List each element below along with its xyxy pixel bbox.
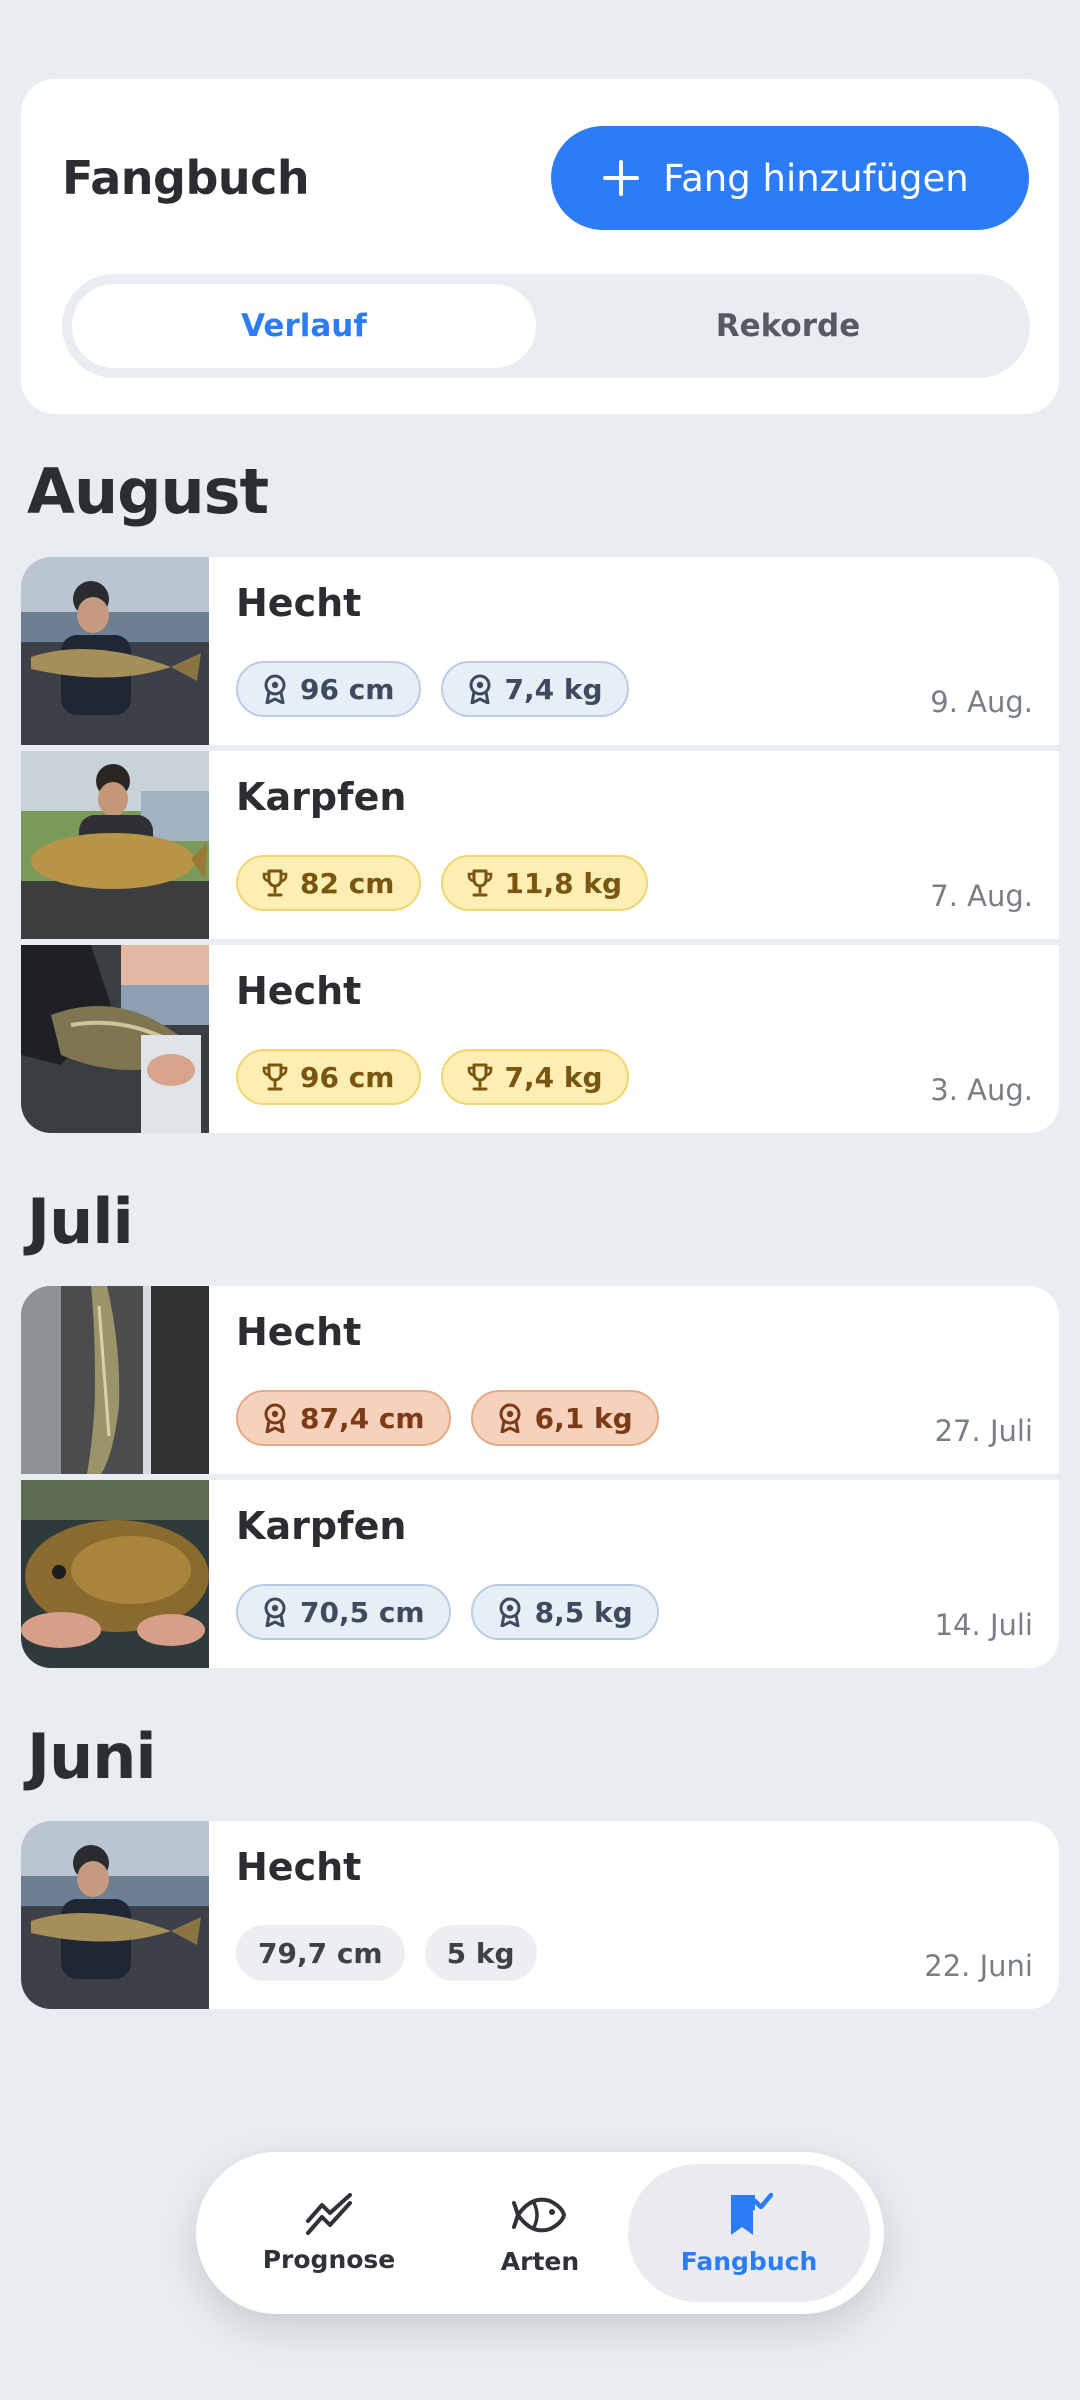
weight-value: 7,4 kg xyxy=(504,1060,603,1094)
nav-fangbuch[interactable]: Fangbuch xyxy=(628,2164,870,2302)
medal-icon xyxy=(497,1597,523,1627)
month-heading: August xyxy=(27,455,269,528)
catch-species: Hecht xyxy=(236,1310,362,1354)
catch-row[interactable]: Karpfen 70,5 cm 8,5 kg 14. Juli xyxy=(21,1480,1059,1668)
weight-value: 8,5 kg xyxy=(534,1595,633,1629)
length-badge: 82 cm xyxy=(236,855,421,911)
catch-species: Karpfen xyxy=(236,775,407,819)
tab-verlauf[interactable]: Verlauf xyxy=(72,284,536,368)
catch-photo xyxy=(21,557,209,745)
weight-badge: 6,1 kg xyxy=(470,1390,659,1446)
catch-badges: 96 cm 7,4 kg xyxy=(236,1049,629,1105)
weight-badge: 8,5 kg xyxy=(470,1584,659,1640)
catch-badges: 87,4 cm 6,1 kg xyxy=(236,1390,659,1446)
trophy-icon xyxy=(262,1062,288,1092)
catch-date: 14. Juli xyxy=(934,1608,1033,1642)
catch-row[interactable]: Karpfen 82 cm 11,8 kg 7. Aug. xyxy=(21,751,1059,939)
catch-row[interactable]: Hecht 96 cm 7,4 kg 3. Aug. xyxy=(21,945,1059,1133)
nav-arten[interactable]: Arten xyxy=(419,2164,661,2302)
bookmark-check-icon xyxy=(731,2192,773,2235)
weight-badge: 5 kg xyxy=(424,1925,537,1981)
medal-icon xyxy=(497,1403,523,1433)
length-badge: 96 cm xyxy=(236,661,421,717)
weight-badge: 11,8 kg xyxy=(440,855,648,911)
weight-value: 11,8 kg xyxy=(504,866,623,900)
add-catch-label: Fang hinzufügen xyxy=(663,156,969,200)
month-group-august: Hecht 96 cm 7,4 kg 9. Aug. Karpfen 82 cm… xyxy=(21,557,1059,1133)
weight-value: 5 kg xyxy=(446,1936,515,1970)
medal-icon xyxy=(262,674,288,704)
catch-species: Hecht xyxy=(236,969,362,1013)
catch-row[interactable]: Hecht 96 cm 7,4 kg 9. Aug. xyxy=(21,557,1059,745)
catch-badges: 70,5 cm 8,5 kg xyxy=(236,1584,659,1640)
medal-icon xyxy=(262,1597,288,1627)
trophy-icon xyxy=(262,868,288,898)
nav-arten-label: Arten xyxy=(500,2246,580,2276)
catch-photo xyxy=(21,1286,209,1474)
nav-fangbuch-label: Fangbuch xyxy=(680,2246,818,2276)
length-value: 79,7 cm xyxy=(258,1936,383,1970)
length-value: 96 cm xyxy=(300,1060,395,1094)
bottom-nav: Prognose Arten Fangbuch xyxy=(196,2152,884,2314)
catch-photo xyxy=(21,945,209,1133)
fish-icon xyxy=(512,2197,566,2232)
length-value: 82 cm xyxy=(300,866,395,900)
catch-photo xyxy=(21,751,209,939)
catch-date: 7. Aug. xyxy=(930,879,1033,913)
month-group-juli: Hecht 87,4 cm 6,1 kg 27. Juli Karpfen 70… xyxy=(21,1286,1059,1668)
catch-species: Hecht xyxy=(236,581,362,625)
catch-photo xyxy=(21,1480,209,1668)
catch-date: 9. Aug. xyxy=(930,685,1033,719)
length-value: 96 cm xyxy=(300,672,395,706)
add-catch-button[interactable]: Fang hinzufügen xyxy=(551,126,1029,230)
length-badge: 96 cm xyxy=(236,1049,421,1105)
header-card: Fangbuch Fang hinzufügen Verlauf Rekorde xyxy=(21,79,1059,414)
nav-prognose-label: Prognose xyxy=(262,2244,396,2274)
month-group-juni: Hecht 79,7 cm 5 kg 22. Juni xyxy=(21,1821,1059,2009)
catch-species: Karpfen xyxy=(236,1504,407,1548)
catch-row[interactable]: Hecht 79,7 cm 5 kg 22. Juni xyxy=(21,1821,1059,2009)
weight-badge: 7,4 kg xyxy=(440,661,629,717)
catch-row[interactable]: Hecht 87,4 cm 6,1 kg 27. Juli xyxy=(21,1286,1059,1474)
weight-badge: 7,4 kg xyxy=(440,1049,629,1105)
weight-value: 6,1 kg xyxy=(534,1401,633,1435)
medal-icon xyxy=(262,1403,288,1433)
view-segmented-control: Verlauf Rekorde xyxy=(62,274,1030,378)
plus-icon xyxy=(603,160,640,196)
page-title: Fangbuch xyxy=(62,151,310,205)
medal-icon xyxy=(467,674,493,704)
catch-species: Hecht xyxy=(236,1845,362,1889)
length-badge: 79,7 cm xyxy=(236,1925,405,1981)
catch-badges: 79,7 cm 5 kg xyxy=(236,1925,537,1981)
catch-date: 27. Juli xyxy=(934,1414,1033,1448)
catch-badges: 82 cm 11,8 kg xyxy=(236,855,648,911)
weight-value: 7,4 kg xyxy=(504,672,603,706)
nav-prognose[interactable]: Prognose xyxy=(208,2164,450,2302)
trend-icon xyxy=(306,2192,352,2235)
catch-date: 3. Aug. xyxy=(930,1073,1033,1107)
length-badge: 87,4 cm xyxy=(236,1390,451,1446)
tab-rekorde[interactable]: Rekorde xyxy=(556,284,1020,368)
month-heading: Juni xyxy=(27,1720,157,1793)
length-value: 87,4 cm xyxy=(300,1401,425,1435)
length-value: 70,5 cm xyxy=(300,1595,425,1629)
catch-photo xyxy=(21,1821,209,2009)
catch-date: 22. Juni xyxy=(924,1949,1033,1983)
catch-badges: 96 cm 7,4 kg xyxy=(236,661,629,717)
trophy-icon xyxy=(467,1062,493,1092)
trophy-icon xyxy=(467,868,493,898)
month-heading: Juli xyxy=(27,1185,134,1258)
length-badge: 70,5 cm xyxy=(236,1584,451,1640)
